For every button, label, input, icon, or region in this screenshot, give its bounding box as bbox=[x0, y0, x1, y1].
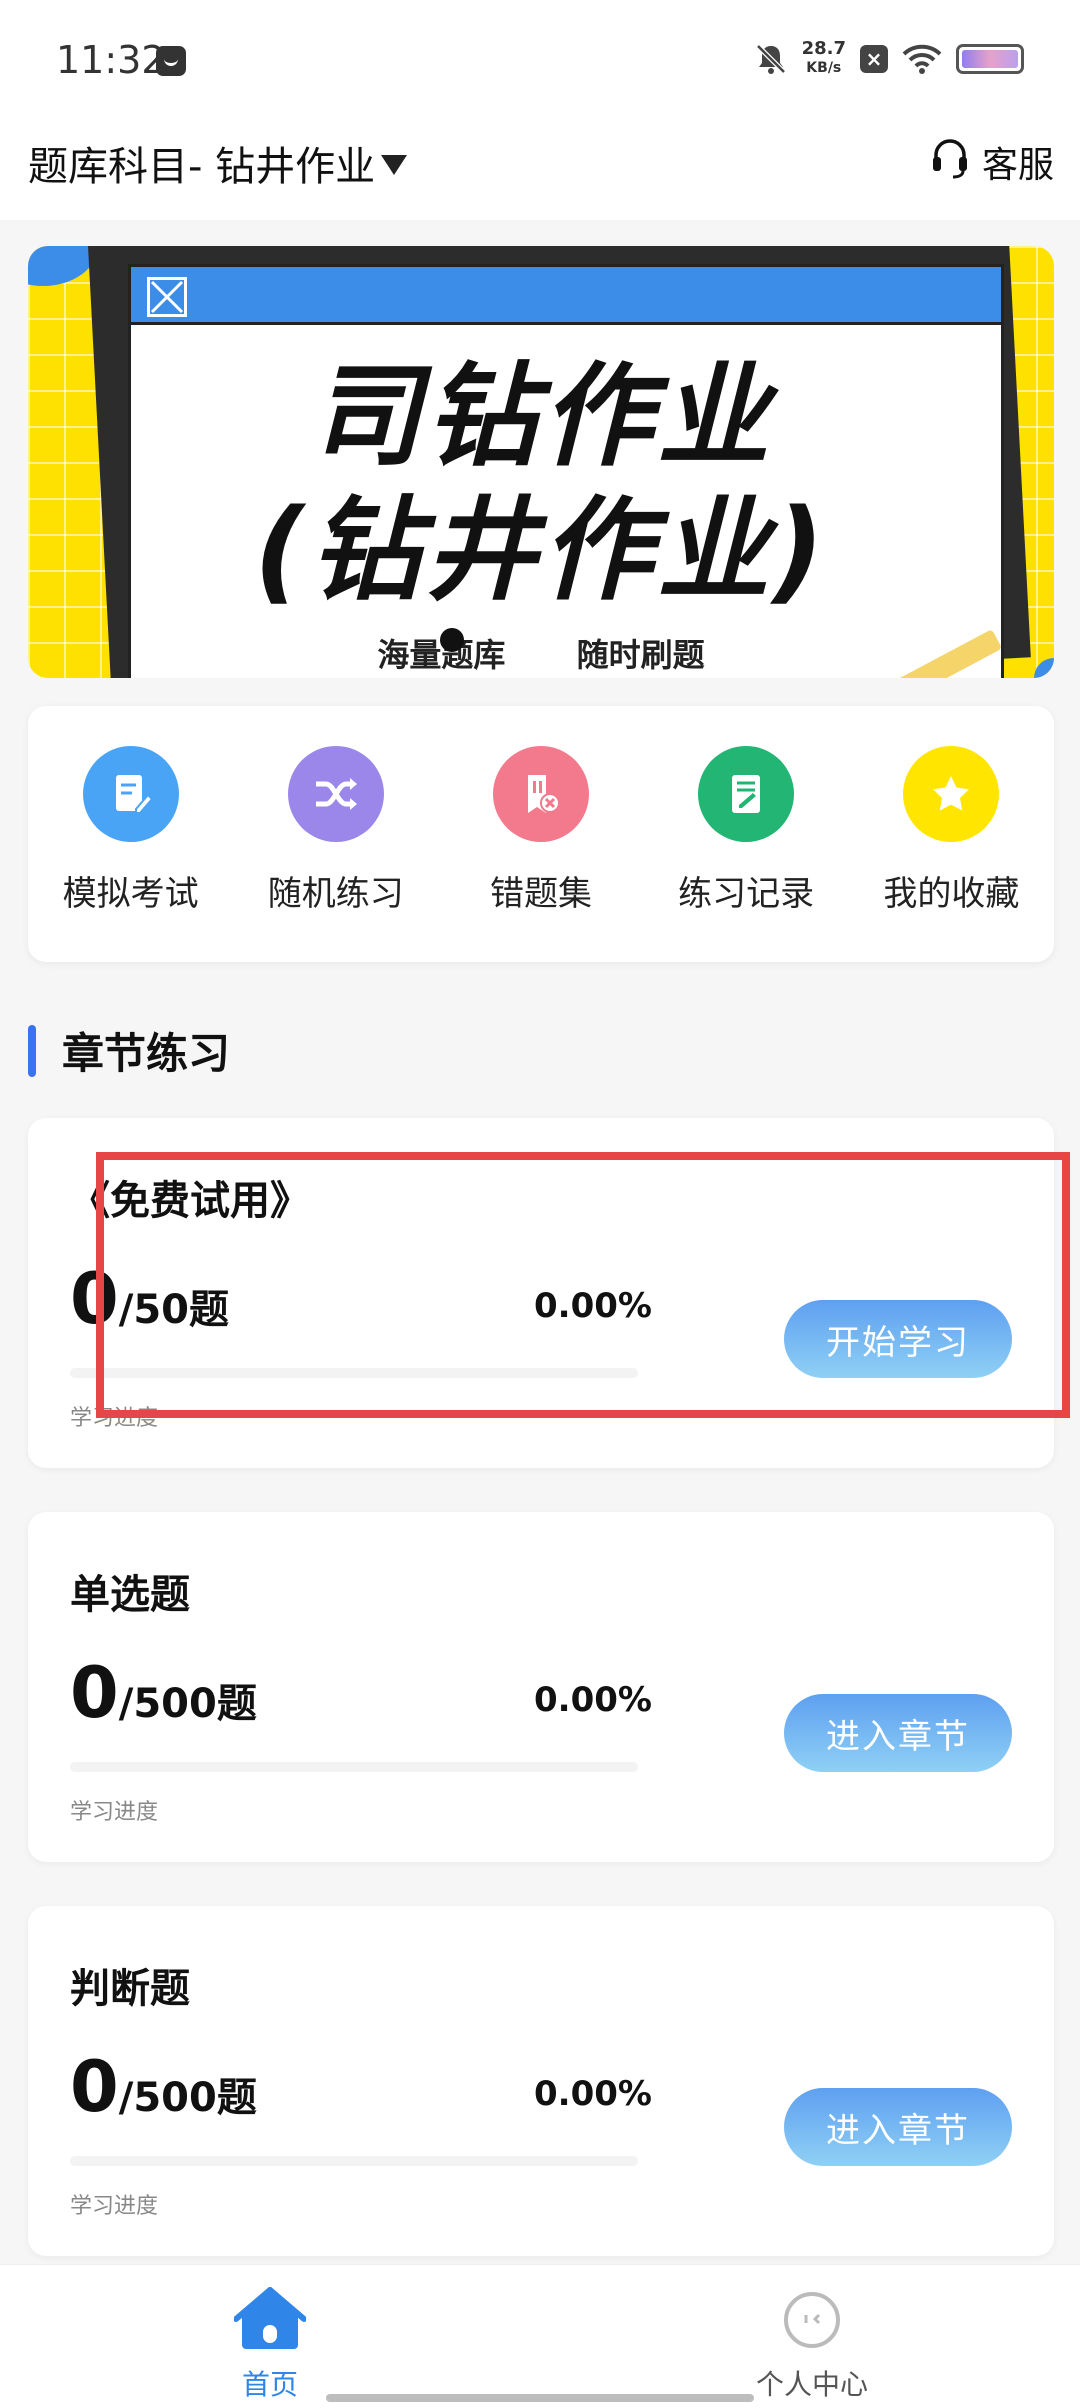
banner-dot bbox=[440, 628, 464, 652]
promo-banner[interactable]: 司钻作业 (钻井作业) 海量题库 随时刷题 bbox=[28, 246, 1054, 678]
chapter-card: 判断题 0 /500题 0.00% 学习进度 进入章节 bbox=[28, 1906, 1054, 2256]
quick-entry-favorites[interactable]: 我的收藏 bbox=[861, 746, 1041, 962]
exam-icon bbox=[82, 746, 179, 842]
quick-entry-label: 我的收藏 bbox=[883, 874, 1020, 914]
chapter-total: /500题 bbox=[118, 1681, 257, 1727]
chapter-count: 0 /500题 bbox=[70, 1652, 257, 1734]
chapter-title: 单选题 bbox=[70, 1572, 190, 1618]
caret-down-icon bbox=[381, 155, 408, 175]
progress-bar bbox=[70, 2156, 638, 2166]
subject-selector[interactable]: 题库科目- 钻井作业 bbox=[28, 134, 408, 192]
bottom-nav: 首页 个人中心 bbox=[0, 2264, 1080, 2408]
progress-label: 学习进度 bbox=[70, 1800, 159, 1825]
status-icons: 28.7 KB/s × bbox=[754, 40, 1024, 77]
close-badge-icon: × bbox=[860, 44, 888, 73]
status-time: 11:32 bbox=[56, 38, 166, 82]
banner-subtitle: 海量题库 随时刷题 bbox=[377, 636, 705, 674]
home-icon bbox=[233, 2286, 307, 2357]
chapter-title: 判断题 bbox=[70, 1966, 190, 2012]
customer-service-button[interactable]: 客服 bbox=[930, 136, 1054, 188]
chapter-percent: 0.00% bbox=[534, 1680, 652, 1720]
progress-bar bbox=[70, 1762, 638, 1772]
chapter-percent: 0.00% bbox=[534, 2074, 652, 2114]
network-speed-value: 28.7 bbox=[801, 38, 846, 59]
highlight-box bbox=[96, 1152, 1070, 1418]
section-header: 章节练习 bbox=[28, 1020, 230, 1081]
banner-title-line2: (钻井作业) bbox=[253, 486, 829, 616]
quick-entry-label: 模拟考试 bbox=[62, 874, 199, 914]
quick-entry-practice-record[interactable]: 练习记录 bbox=[656, 746, 836, 962]
enter-chapter-button[interactable]: 进入章节 bbox=[784, 2088, 1012, 2166]
profile-icon bbox=[779, 2287, 845, 2357]
window-close-icon bbox=[147, 277, 187, 317]
system-home-indicator[interactable] bbox=[326, 2394, 754, 2402]
status-bar: 11:32 28.7 KB/s × bbox=[0, 0, 1080, 120]
nav-profile[interactable]: 个人中心 bbox=[712, 2287, 912, 2403]
star-icon bbox=[903, 746, 1000, 842]
network-speed-unit: KB/s bbox=[806, 60, 842, 76]
quick-entry-label: 错题集 bbox=[489, 874, 592, 914]
section-accent-bar bbox=[28, 1024, 36, 1077]
wrong-questions-icon bbox=[492, 746, 589, 842]
service-label: 客服 bbox=[981, 145, 1054, 186]
nav-home[interactable]: 首页 bbox=[170, 2286, 370, 2403]
nav-profile-label: 个人中心 bbox=[755, 2368, 868, 2401]
quick-entry-label: 练习记录 bbox=[678, 874, 815, 914]
network-speed: 28.7 KB/s bbox=[802, 40, 846, 77]
enter-chapter-button[interactable]: 进入章节 bbox=[784, 1694, 1012, 1772]
battery-icon bbox=[956, 43, 1024, 74]
nav-home-label: 首页 bbox=[241, 2368, 298, 2401]
banner-card-header bbox=[131, 267, 1001, 325]
chapter-total: /500题 bbox=[118, 2075, 257, 2121]
record-icon bbox=[698, 746, 795, 842]
quick-entry-panel: 模拟考试 随机练习 错题集 练习记录 我的收藏 bbox=[28, 706, 1054, 962]
top-header: 题库科目- 钻井作业 客服 bbox=[0, 120, 1080, 220]
quick-entry-mock-exam[interactable]: 模拟考试 bbox=[41, 746, 221, 962]
subject-label: 题库科目- 钻井作业 bbox=[28, 144, 376, 190]
shuffle-icon bbox=[287, 746, 384, 842]
headset-icon bbox=[930, 137, 970, 188]
chapter-done-count: 0 bbox=[70, 2046, 119, 2128]
quick-entry-label: 随机练习 bbox=[267, 874, 404, 914]
chapter-card: 单选题 0 /500题 0.00% 学习进度 进入章节 bbox=[28, 1512, 1054, 1862]
section-title: 章节练习 bbox=[62, 1029, 231, 1078]
quick-entry-wrong-questions[interactable]: 错题集 bbox=[451, 746, 631, 962]
chapter-done-count: 0 bbox=[70, 1652, 119, 1734]
bell-off-icon bbox=[754, 42, 788, 76]
quick-entry-random-practice[interactable]: 随机练习 bbox=[246, 746, 426, 962]
wifi-icon bbox=[902, 43, 942, 75]
chapter-count: 0 /500题 bbox=[70, 2046, 257, 2128]
progress-label: 学习进度 bbox=[70, 2194, 159, 2219]
message-icon bbox=[156, 46, 186, 76]
